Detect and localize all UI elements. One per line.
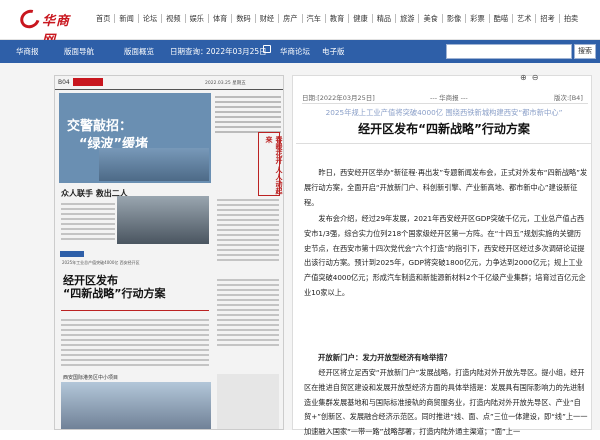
logo-mark-icon [16,6,44,32]
sub-nav-bar: 华商报 版面导航 版面概览 日期查询： 2022年03月25日 华商论坛 电子版… [0,40,600,63]
newspaper-logo [73,78,103,86]
top-nav-item[interactable]: 财经 [254,14,278,23]
viewer-controls: ⊕ ⊖ [520,73,538,82]
date-query-label: 日期查询： [170,47,208,56]
top-nav-item[interactable]: 教育 [324,14,348,23]
side-story-text[interactable] [217,196,279,264]
story-port-title[interactable]: 西安国际港务区中小项目 [63,374,118,381]
top-nav-item[interactable]: 精品 [371,14,395,23]
top-nav-item[interactable]: 论坛 [137,14,161,23]
top-nav: 首页 新闻 论坛 视频 娱乐 体育 数码 财经 房产 汽车 教育 健康 精品 旅游 美食 影像 彩票 酷喵 艺术 招考… [92,14,582,23]
newspaper-page-image[interactable]: B04 2022.03.25 星期五 交警敲招： “绿波”缓堵 春暖花开 人人动… [54,75,284,430]
calendar-icon[interactable] [263,45,271,53]
top-nav-item[interactable]: 招考 [535,14,558,23]
nav-page-overview[interactable]: 版面概览 [124,46,154,57]
newspaper-header: B04 2022.03.25 星期五 [55,76,283,90]
story-main-text[interactable] [61,316,209,369]
story-rescue-text[interactable] [61,200,115,243]
side-vertical-banner[interactable]: 春暖花开 人人动起来 [258,132,283,196]
story-main-divider [61,310,209,311]
story-rescue-photo[interactable] [117,196,209,244]
search-input[interactable] [446,44,572,59]
top-nav-item[interactable]: 首页 [92,14,114,23]
nav-epaper[interactable]: 电子版 [322,46,345,57]
article-paragraph: 昨日，西安经开区举办“新征程·再出发”专题新闻发布会，正式对外发布“四新战略”发… [304,168,588,207]
top-nav-item[interactable]: 艺术 [512,14,535,23]
story-main-title-b: “四新战略”行动方案 [63,287,166,300]
newspaper-page-number: B04 [58,79,70,86]
article-page: 版次:[B4] [554,94,583,102]
zoom-out-icon[interactable]: ⊖ [532,73,539,82]
top-nav-item[interactable]: 汽车 [301,14,325,23]
nav-page-navigation[interactable]: 版面导航 [64,46,94,57]
top-nav-item[interactable]: 美食 [418,14,441,23]
article-date: 日期:[2022年03月25日] [302,94,375,102]
top-nav-item[interactable]: 体育 [207,14,231,23]
article-title: 经开区发布“四新战略”行动方案 [358,122,530,136]
article-subhead: 开放新门户：发力开放型经济有啥举措？ [318,353,452,362]
top-nav-item[interactable]: 影像 [441,14,465,23]
top-nav-item[interactable]: 彩票 [465,14,488,23]
top-nav-item[interactable]: 数码 [231,14,254,23]
site-logo[interactable]: 华商网 [16,6,82,48]
newspaper-date: 2022.03.25 星期五 [205,81,246,86]
article-pretitle: 2025年规上工业产值将突破4000亿 围绕西铁新城构建西安“都市新中心” [325,108,563,117]
section-tag [60,251,84,257]
traffic-photo [99,148,209,181]
article-divider [296,143,592,144]
nav-huashang-forum[interactable]: 华商论坛 [280,46,310,57]
story-main-title-a: 经开区发布 [63,274,118,287]
side-story-text-2[interactable] [217,276,279,349]
zoom-in-icon[interactable]: ⊕ [520,73,527,82]
top-nav-item[interactable]: 拍卖 [558,14,582,23]
top-nav-item[interactable]: 新闻 [114,14,137,23]
top-nav-item[interactable]: 娱乐 [184,14,208,23]
story-main-title[interactable]: 经开区发布 “四新战略”行动方案 [63,274,165,300]
article-paragraph: 经开区将立足西安“开放新门户”发展战略，打造内陆对外开放先导区。提小组，经开区在… [304,368,588,437]
article-source: --- 华商报 --- [430,94,468,102]
story-port-photo[interactable] [61,382,211,429]
nav-huashangbao[interactable]: 华商报 [16,46,39,57]
article-meta: 日期:[2022年03月25日] --- 华商报 --- 版次:[B4] [302,92,588,104]
story-main-pretitle: 2025年工业总产值突破4000亿 西安经开区 [62,260,140,265]
top-nav-item[interactable]: 房产 [278,14,301,23]
top-nav-item[interactable]: 视频 [161,14,184,23]
story-traffic-photo[interactable]: 交警敲招： “绿波”缓堵 [59,93,211,183]
article-paragraph: 发布会介绍，经过29年发展，2021年西安经开区GDP突破千亿元，工业总产值占西… [304,214,586,297]
date-query-value[interactable]: 2022年03月25日 [206,46,267,57]
top-bar: 华商网 首页新闻论坛视频娱乐体育数码财经房产汽车教育健康精品旅游美食影像彩票酷喵… [0,0,600,48]
story-traffic-title-a: 交警敲招： [67,119,133,134]
side-banner-text: 春暖花开 人人动起来 [265,136,283,195]
top-nav-item[interactable]: 旅游 [395,14,418,23]
top-nav-item[interactable]: 酷喵 [488,14,512,23]
top-nav-item[interactable]: 健康 [348,14,371,23]
side-ad-block[interactable] [217,374,279,429]
search-button[interactable]: 搜索 [574,44,596,59]
